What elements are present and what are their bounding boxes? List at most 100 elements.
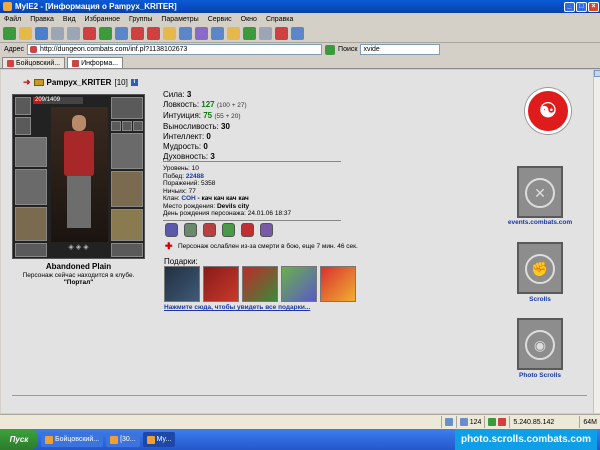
new-icon[interactable] (3, 27, 16, 40)
private-arrow-icon[interactable]: ➜ (23, 77, 31, 88)
shield-effect-icon[interactable] (184, 223, 197, 237)
ip-value: 5.240.85.142 (513, 418, 555, 426)
info-label: Побед: (163, 172, 185, 180)
status-ip: 5.240.85.142 (509, 416, 579, 428)
belt-slot[interactable] (15, 243, 47, 257)
earring-slot[interactable] (15, 117, 31, 135)
search-input[interactable]: xvide (360, 44, 441, 55)
menu-groups[interactable]: Группы (129, 16, 152, 23)
task-30[interactable]: [30... (106, 432, 140, 447)
tab-fighter[interactable]: Бойцовский... (2, 57, 66, 68)
leggings-slot[interactable] (111, 171, 143, 207)
ring3-slot[interactable] (133, 121, 143, 131)
photo-scrolls-link[interactable]: Photo Scrolls (505, 372, 575, 379)
weapon-left-slot[interactable] (15, 169, 47, 205)
scroll-up-icon[interactable] (594, 70, 600, 77)
armor-slot[interactable] (15, 207, 47, 241)
refresh-icon[interactable] (99, 27, 112, 40)
address-input[interactable]: http://dungeon.combats.com/inf.pl?113810… (27, 44, 323, 55)
gift-card-icon[interactable] (203, 266, 239, 302)
vertical-scrollbar[interactable] (593, 70, 600, 413)
maximize-button[interactable]: □ (576, 1, 587, 12)
settings-icon[interactable] (259, 27, 272, 40)
save-icon[interactable] (35, 27, 48, 40)
events-link[interactable]: events.combats.com (505, 219, 575, 226)
task-myie[interactable]: My... (142, 432, 176, 447)
task-fighter[interactable]: Бойцовский... (41, 432, 104, 447)
magic-effect-icon[interactable] (260, 223, 273, 237)
gift-book-icon[interactable] (164, 266, 200, 302)
shield-slot[interactable] (111, 243, 143, 257)
mem-value: 64M (583, 418, 597, 426)
info-value: 22488 (185, 172, 204, 180)
gift-jester-hat-icon[interactable] (281, 266, 317, 302)
search-icon[interactable] (179, 27, 192, 40)
history-icon[interactable] (195, 27, 208, 40)
ring2-slot[interactable] (122, 121, 132, 131)
tab-label: Бойцовский... (16, 59, 61, 67)
stat-value: 30 (221, 122, 230, 131)
menu-favorites[interactable]: Избранное (85, 16, 120, 23)
status-zoom[interactable]: 124 (455, 416, 485, 428)
poison-effect-icon[interactable] (222, 223, 235, 237)
equipment-frame: 209/1409 ◈◈◈ (12, 94, 145, 259)
clan-link[interactable]: СОН (181, 195, 195, 202)
photo-banner[interactable]: ◉ (517, 318, 563, 370)
strength-effect-icon[interactable] (203, 223, 216, 237)
back-icon[interactable] (51, 27, 64, 40)
ring1-slot[interactable] (111, 121, 121, 131)
avatar-torso (64, 131, 94, 176)
menu-tools[interactable]: Сервис (208, 16, 232, 23)
menu-help[interactable]: Справка (266, 16, 293, 23)
minimize-button[interactable]: _ (564, 1, 575, 12)
close-all-icon[interactable] (147, 27, 160, 40)
forward-icon[interactable] (67, 27, 80, 40)
address-label: Адрес (4, 46, 25, 53)
boots-slot[interactable] (111, 209, 143, 241)
menu-window[interactable]: Окно (241, 16, 257, 23)
helmet-slot[interactable] (15, 97, 31, 115)
close-button[interactable]: × (588, 1, 599, 12)
tab-favicon-icon (72, 59, 80, 67)
star-icon[interactable] (227, 27, 240, 40)
open-folder-icon[interactable] (19, 27, 32, 40)
gift-jester-hat-icon[interactable] (320, 266, 356, 302)
blessing-effect-icon[interactable] (165, 223, 178, 237)
menu-options[interactable]: Параметры (161, 16, 198, 23)
combats-logo-icon[interactable]: ☯ (525, 88, 571, 134)
lock-icon (444, 418, 453, 426)
clan-badge-icon[interactable] (33, 79, 44, 86)
system-tray: photo.scrolls.combats.com (454, 429, 597, 450)
go-button[interactable] (325, 44, 336, 55)
all-gifts-link[interactable]: Нажмите сюда, чтобы увидеть все подарки.… (164, 304, 310, 311)
scrolls-link[interactable]: Scrolls (505, 296, 575, 303)
close-tab-icon[interactable] (131, 27, 144, 40)
home-icon[interactable] (115, 27, 128, 40)
start-button[interactable]: Пуск (0, 429, 38, 450)
stop-icon[interactable] (83, 27, 96, 40)
info-label: Клан: (163, 195, 180, 202)
app-icon (3, 2, 12, 11)
character-header: ➜ Pampyx_KRITER [10] i (23, 77, 138, 88)
task-label: My... (156, 436, 172, 443)
events-banner[interactable]: ✕ (517, 166, 563, 218)
info-icon[interactable]: i (130, 79, 138, 86)
tab-info[interactable]: Информа... (67, 57, 124, 68)
task-icon (45, 435, 53, 444)
tools-icon[interactable] (243, 27, 256, 40)
stat-row: Интуиция: 75 (55 + 20) (163, 111, 247, 122)
popup-block-icon[interactable] (275, 27, 288, 40)
gift-jester-hat-icon[interactable] (242, 266, 278, 302)
scrolls-banner[interactable]: ✊ (517, 242, 563, 294)
fire-effect-icon[interactable] (241, 223, 254, 237)
favorites-icon[interactable] (163, 27, 176, 40)
character-name: Pampyx_KRITER (46, 78, 112, 87)
weapon-right-slot[interactable] (111, 133, 143, 169)
menu-view[interactable]: Вид (63, 16, 76, 23)
gloves-slot[interactable] (111, 97, 143, 119)
mail-icon[interactable] (211, 27, 224, 40)
menu-edit[interactable]: Правка (30, 16, 54, 23)
amulet-slot[interactable] (15, 137, 47, 167)
menu-file[interactable]: Файл (4, 16, 21, 23)
window-icon[interactable] (291, 27, 304, 40)
